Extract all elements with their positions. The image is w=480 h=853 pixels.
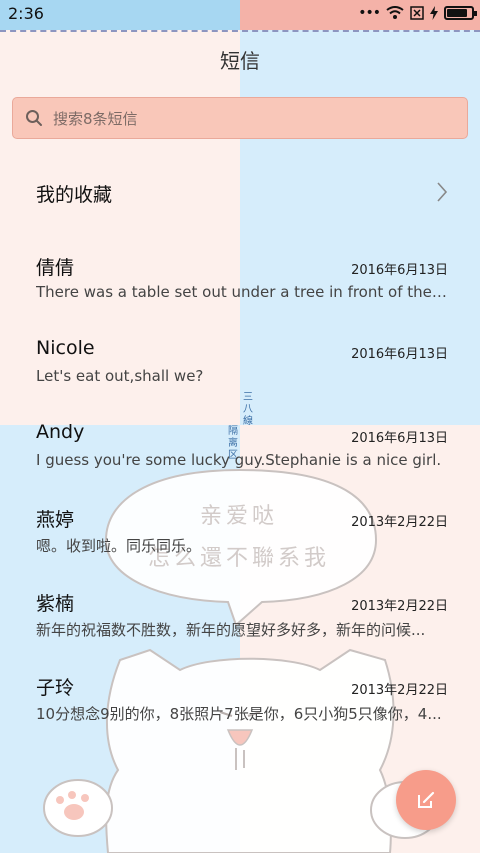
more-dots-icon: ••• xyxy=(358,5,381,21)
message-preview: Let's eat out,shall we? xyxy=(36,367,204,385)
contact-name: 子玲 xyxy=(36,677,75,699)
no-sim-icon xyxy=(410,6,424,20)
list-item[interactable]: 燕婷 2013年2月22日 嗯。收到啦。同乐同乐。 xyxy=(36,505,448,565)
message-date: 2016年6月13日 xyxy=(351,347,448,362)
compose-button[interactable] xyxy=(396,770,456,830)
message-preview: 新年的祝福数不胜数，新年的愿望好多好多，新年的问候... xyxy=(36,621,426,639)
battery-level xyxy=(447,9,467,17)
contact-name: 燕婷 xyxy=(36,509,75,531)
battery-icon xyxy=(444,6,477,20)
message-date: 2016年6月13日 xyxy=(351,263,448,278)
search-input[interactable]: 搜索8条短信 xyxy=(12,97,468,139)
list-item[interactable]: 倩倩 2016年6月13日 There was a table set out … xyxy=(36,253,448,313)
charging-icon xyxy=(430,6,438,20)
list-item[interactable]: Nicole 2016年6月13日 Let's eat out,shall we… xyxy=(36,337,448,397)
message-preview: There was a table set out under a tree i… xyxy=(36,283,448,301)
list-item[interactable]: 紫楠 2013年2月22日 新年的祝福数不胜数，新年的愿望好多好多，新年的问候.… xyxy=(36,589,448,649)
contact-name: Andy xyxy=(36,421,85,443)
compose-icon xyxy=(418,791,435,808)
contact-name: Nicole xyxy=(36,337,95,359)
message-date: 2013年2月22日 xyxy=(351,515,448,530)
message-date: 2016年6月13日 xyxy=(351,431,448,446)
message-preview: I guess you're some lucky guy.Stephanie … xyxy=(36,451,442,469)
favorites-row[interactable]: 我的收藏 xyxy=(36,178,456,208)
wifi-icon xyxy=(386,6,404,19)
message-date: 2013年2月22日 xyxy=(351,683,448,698)
message-preview: 10分想念9别的你，8张照片7张是你，6只小狗5只像你，4... xyxy=(36,705,442,723)
page-title: 短信 xyxy=(220,49,260,73)
message-date: 2013年2月22日 xyxy=(351,599,448,614)
dashed-divider xyxy=(0,30,480,32)
contact-name: 倩倩 xyxy=(36,257,75,279)
search-icon xyxy=(26,110,42,126)
list-item[interactable]: Andy 2016年6月13日 I guess you're some luck… xyxy=(36,421,448,481)
status-icons: ••• xyxy=(358,5,477,21)
search-placeholder: 搜索8条短信 xyxy=(53,109,138,128)
contact-name: 紫楠 xyxy=(36,593,75,615)
status-time: 2:36 xyxy=(8,4,44,23)
message-preview: 嗯。收到啦。同乐同乐。 xyxy=(36,537,202,555)
list-item[interactable]: 子玲 2013年2月22日 10分想念9别的你，8张照片7张是你，6只小狗5只像… xyxy=(36,673,448,733)
favorites-label: 我的收藏 xyxy=(36,183,113,206)
chevron-right-icon xyxy=(437,182,448,202)
